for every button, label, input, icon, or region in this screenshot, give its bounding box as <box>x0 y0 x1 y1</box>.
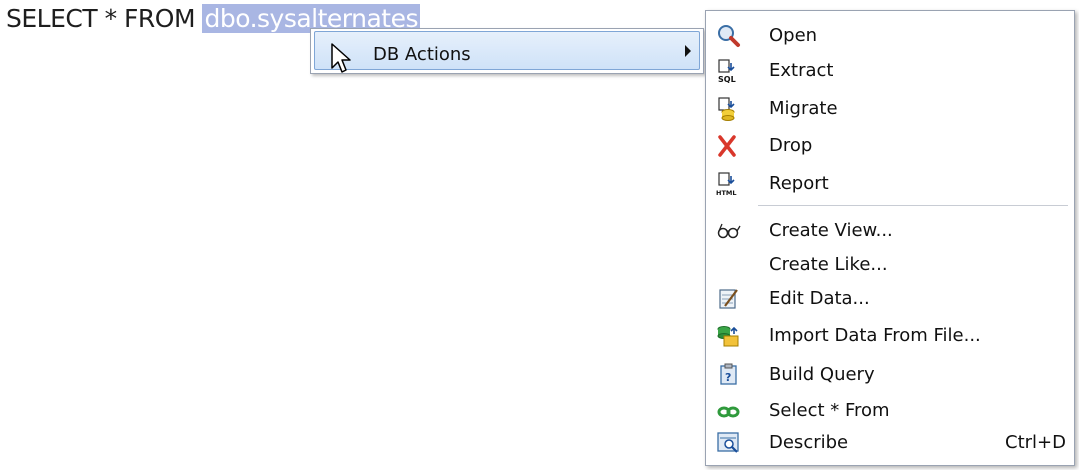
import-data-icon <box>717 326 739 347</box>
menu-item-migrate[interactable]: Migrate <box>710 93 1070 125</box>
menu-separator <box>758 205 1068 206</box>
menu-item-shortcut: Ctrl+D <box>1005 432 1066 453</box>
menu-item-label: Drop <box>769 135 813 156</box>
menu-item-open[interactable]: Open <box>710 20 1070 52</box>
glasses-icon <box>717 223 741 239</box>
menu-item-edit-data[interactable]: Edit Data... <box>710 283 1070 315</box>
edit-data-icon <box>719 289 738 309</box>
db-actions-menu-item[interactable]: DB Actions <box>314 31 700 70</box>
mouse-cursor-icon <box>331 43 351 73</box>
menu-item-report[interactable]: HTML Report <box>710 168 1070 200</box>
menu-item-label: Create View... <box>769 220 893 241</box>
drop-x-icon <box>718 135 736 157</box>
menu-item-label: Edit Data... <box>769 288 870 309</box>
db-actions-submenu: Open SQL Extract Migrate Drop HTML Repor… <box>705 10 1075 466</box>
menu-item-label: Migrate <box>769 98 838 119</box>
svg-text:HTML: HTML <box>716 189 736 196</box>
menu-item-describe[interactable]: Describe Ctrl+D <box>710 427 1070 459</box>
submenu-arrow-icon <box>685 45 691 57</box>
menu-item-drop[interactable]: Drop <box>710 130 1070 162</box>
open-magnifier-icon <box>718 25 740 47</box>
menu-item-label: Open <box>769 25 818 46</box>
describe-icon <box>717 432 739 453</box>
menu-item-label: Extract <box>769 60 834 81</box>
menu-item-label: Select * From <box>769 400 890 421</box>
menu-item-label: Describe <box>769 432 849 453</box>
menu-item-label: Create Like... <box>769 254 888 275</box>
context-menu: DB Actions <box>310 28 704 74</box>
menu-item-label: Report <box>769 173 829 194</box>
sql-prefix: SELECT * FROM <box>6 4 203 33</box>
menu-item-create-view[interactable]: Create View... <box>710 215 1070 247</box>
menu-item-create-like[interactable]: Create Like... <box>710 249 1070 281</box>
menu-item-build-query[interactable]: ? Build Query <box>710 359 1070 391</box>
svg-text:?: ? <box>725 371 731 384</box>
select-from-icon <box>717 406 740 418</box>
menu-item-select-from[interactable]: Select * From <box>710 395 1070 427</box>
menu-item-import-data[interactable]: Import Data From File... <box>710 320 1070 352</box>
svg-text:SQL: SQL <box>718 75 736 83</box>
extract-sql-icon: SQL <box>718 59 736 83</box>
db-actions-label: DB Actions <box>373 44 471 65</box>
build-query-icon: ? <box>720 363 737 385</box>
report-html-icon: HTML <box>716 172 736 196</box>
menu-item-label: Build Query <box>769 364 875 385</box>
migrate-icon <box>718 97 735 121</box>
menu-item-extract[interactable]: SQL Extract <box>710 55 1070 87</box>
menu-item-label: Import Data From File... <box>769 325 981 346</box>
